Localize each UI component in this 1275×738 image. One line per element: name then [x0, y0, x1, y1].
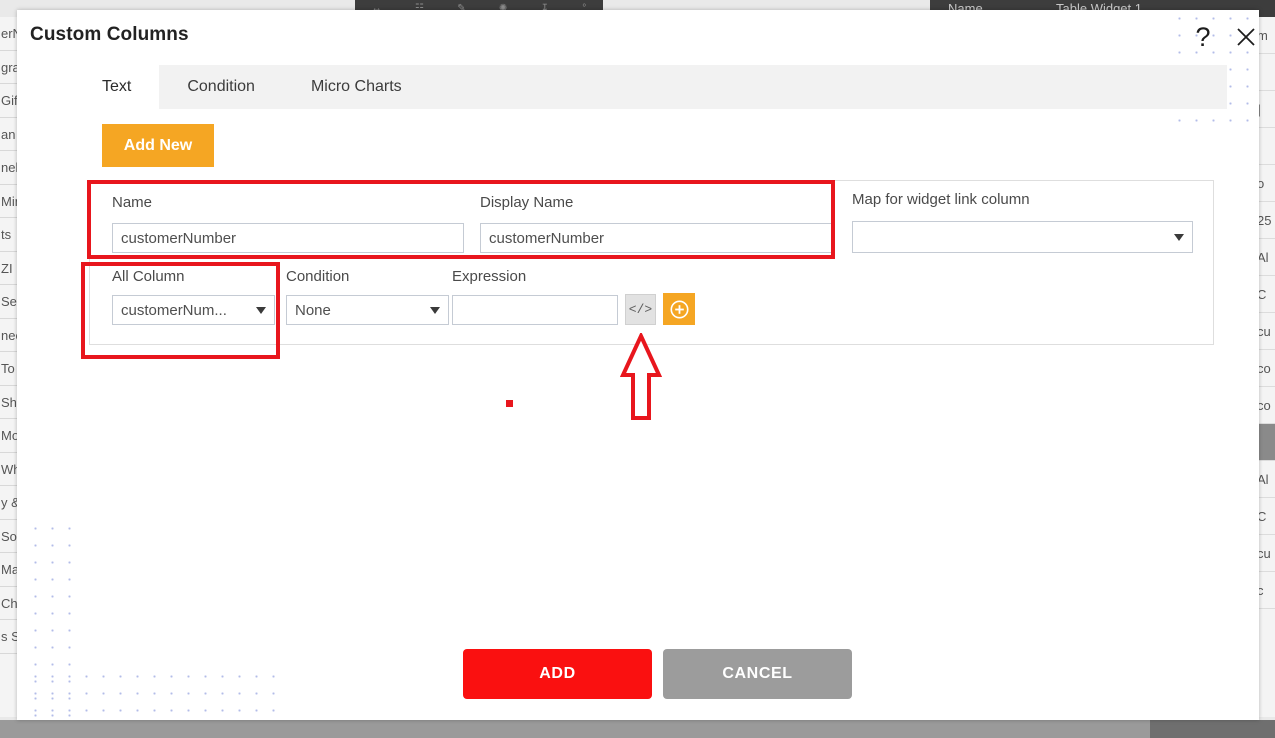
display-name-input[interactable]: [480, 223, 833, 253]
plus-circle-icon[interactable]: [663, 293, 695, 325]
name-label: Name: [112, 194, 153, 211]
map-widget-link-select[interactable]: [852, 221, 1193, 253]
annotation-arrow-up: [620, 333, 662, 420]
tab-bar: Text Condition Micro Charts: [74, 65, 430, 109]
background-status-segment: [1150, 720, 1275, 738]
all-column-value: customerNum...: [121, 301, 227, 319]
decorative-dot-grid-bottom: [27, 668, 282, 720]
cancel-button[interactable]: CANCEL: [663, 649, 852, 699]
help-icon[interactable]: ?: [1187, 20, 1219, 54]
background-status-bar: [0, 720, 1275, 738]
add-new-button[interactable]: Add New: [102, 124, 214, 167]
custom-columns-dialog: Custom Columns ? Text Condition Micro Ch…: [17, 10, 1259, 720]
tab-micro-charts[interactable]: Micro Charts: [283, 65, 430, 109]
close-icon[interactable]: [1229, 20, 1263, 54]
tab-text[interactable]: Text: [74, 65, 160, 109]
chevron-down-icon: [430, 306, 440, 314]
name-input[interactable]: [112, 223, 464, 253]
expression-label: Expression: [452, 268, 527, 285]
annotation-dot: [506, 400, 513, 407]
condition-select[interactable]: None: [286, 295, 449, 325]
dialog-title: Custom Columns: [30, 24, 189, 45]
all-column-select[interactable]: customerNum...: [112, 295, 275, 325]
expression-input[interactable]: [452, 295, 618, 325]
decorative-dot-grid-bottom-left: [27, 520, 80, 720]
chevron-down-icon: [256, 306, 266, 314]
code-editor-icon[interactable]: </>: [625, 294, 656, 325]
chevron-down-icon: [1174, 233, 1184, 241]
tab-condition[interactable]: Condition: [159, 65, 283, 109]
condition-label: Condition: [286, 268, 350, 285]
custom-column-form-panel: Name Display Name Map for widget link co…: [89, 180, 1214, 345]
condition-value: None: [295, 301, 331, 319]
display-name-label: Display Name: [480, 194, 574, 211]
add-button[interactable]: ADD: [463, 649, 652, 699]
all-column-label: All Column: [112, 268, 185, 285]
map-widget-link-label: Map for widget link column: [852, 191, 1030, 208]
screen-root: ↔ ☷ ✎ ✺ ↧ ° Name Table Widget 1 erNagraG…: [0, 0, 1275, 738]
